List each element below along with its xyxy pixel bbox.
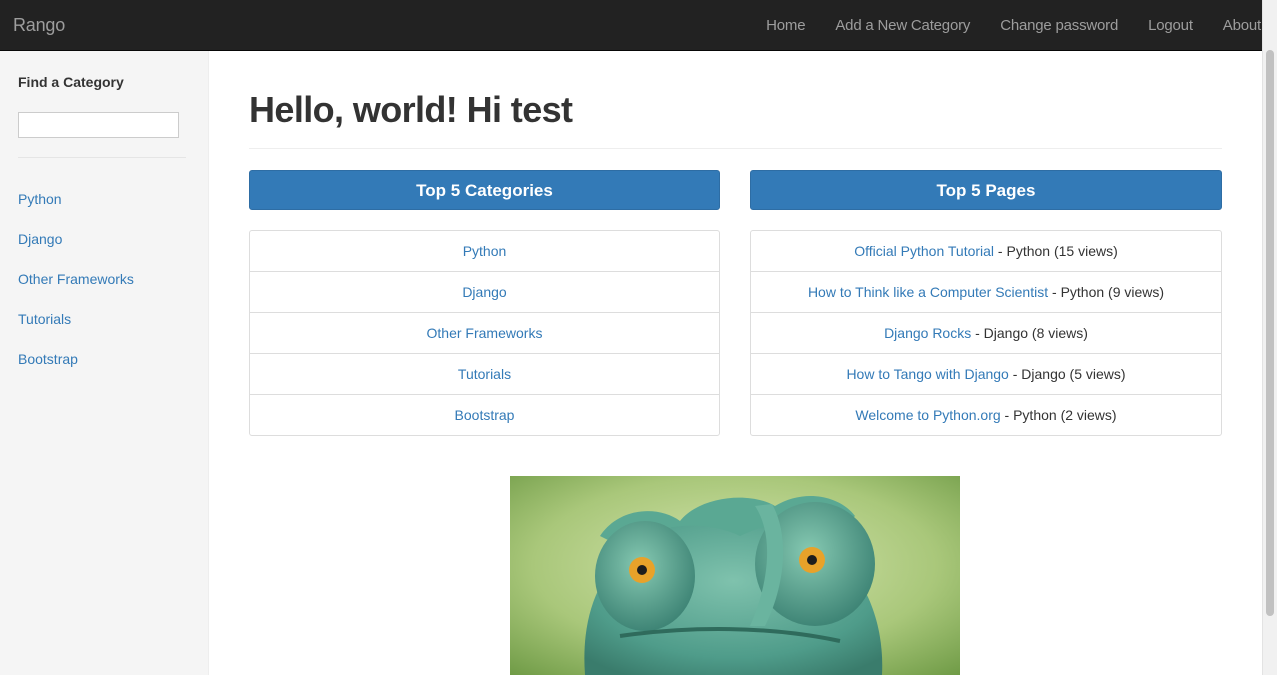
- list-item: Django Rocks - Django (8 views): [751, 312, 1221, 353]
- list-item: Official Python Tutorial - Python (15 vi…: [751, 231, 1221, 271]
- top-categories-panel: Top 5 Categories Python Django Other Fra…: [249, 170, 720, 436]
- page-scrollbar[interactable]: [1262, 0, 1277, 675]
- sidebar-item-python[interactable]: Python: [18, 189, 134, 209]
- page-link[interactable]: Welcome to Python.org: [855, 407, 1000, 423]
- sidebar-item-other-frameworks[interactable]: Other Frameworks: [18, 269, 134, 289]
- nav-about-link[interactable]: About: [1208, 0, 1261, 51]
- page-title: Hello, world! Hi test: [249, 89, 573, 130]
- category-link-other-frameworks[interactable]: Other Frameworks: [427, 325, 543, 341]
- sidebar-item-django[interactable]: Django: [18, 229, 134, 249]
- page-meta: - Python (2 views): [1000, 407, 1117, 423]
- category-link-tutorials[interactable]: Tutorials: [458, 366, 511, 382]
- top-navbar: Rango Home Add a New Category Change pas…: [0, 0, 1277, 51]
- sidebar-item-tutorials[interactable]: Tutorials: [18, 309, 134, 329]
- scrollbar-thumb[interactable]: [1266, 50, 1274, 616]
- brand-link[interactable]: Rango: [13, 15, 65, 36]
- title-divider: [249, 148, 1222, 149]
- top-categories-list: Python Django Other Frameworks Tutorials…: [249, 230, 720, 436]
- page-meta: - Python (15 views): [994, 243, 1118, 259]
- sidebar-category-list: Python Django Other Frameworks Tutorials…: [18, 189, 134, 389]
- nav-add-category-link[interactable]: Add a New Category: [820, 0, 985, 51]
- page-meta: - Python (9 views): [1048, 284, 1165, 300]
- page-link[interactable]: Django Rocks: [884, 325, 971, 341]
- category-link-django[interactable]: Django: [462, 284, 506, 300]
- page-link[interactable]: How to Tango with Django: [846, 366, 1008, 382]
- nav-menu: Home Add a New Category Change password …: [751, 0, 1261, 51]
- sidebar-title: Find a Category: [18, 74, 124, 90]
- list-item: How to Think like a Computer Scientist -…: [751, 271, 1221, 312]
- sidebar-divider: [18, 157, 186, 158]
- list-item: Bootstrap: [250, 394, 719, 435]
- page-link[interactable]: How to Think like a Computer Scientist: [808, 284, 1048, 300]
- list-item: Tutorials: [250, 353, 719, 394]
- top-pages-list: Official Python Tutorial - Python (15 vi…: [750, 230, 1222, 436]
- category-search-input[interactable]: [18, 112, 179, 138]
- list-item: How to Tango with Django - Django (5 vie…: [751, 353, 1221, 394]
- list-item: Welcome to Python.org - Python (2 views): [751, 394, 1221, 435]
- list-item: Python: [250, 231, 719, 271]
- page-link[interactable]: Official Python Tutorial: [854, 243, 994, 259]
- top-pages-heading: Top 5 Pages: [750, 170, 1222, 210]
- page-meta: - Django (5 views): [1008, 366, 1126, 382]
- page-meta: - Django (8 views): [971, 325, 1088, 341]
- chameleon-image: [510, 476, 960, 675]
- category-link-python[interactable]: Python: [463, 243, 507, 259]
- top-categories-heading: Top 5 Categories: [249, 170, 720, 210]
- nav-logout-link[interactable]: Logout: [1133, 0, 1208, 51]
- sidebar: Find a Category Python Django Other Fram…: [0, 51, 209, 675]
- top-pages-panel: Top 5 Pages Official Python Tutorial - P…: [750, 170, 1222, 436]
- category-link-bootstrap[interactable]: Bootstrap: [455, 407, 515, 423]
- list-item: Other Frameworks: [250, 312, 719, 353]
- nav-change-password-link[interactable]: Change password: [985, 0, 1133, 51]
- list-item: Django: [250, 271, 719, 312]
- sidebar-item-bootstrap[interactable]: Bootstrap: [18, 349, 134, 369]
- nav-home-link[interactable]: Home: [751, 0, 820, 51]
